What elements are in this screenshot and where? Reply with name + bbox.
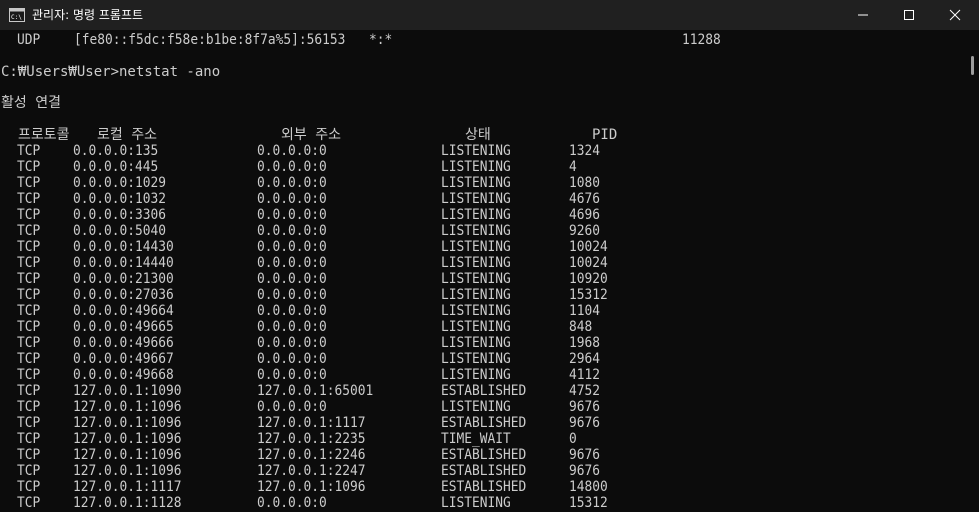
- title-bar[interactable]: C:\ 관리자: 명령 프롬프트: [0, 0, 979, 30]
- row-foreign-address: 0.0.0.0:0: [257, 495, 327, 511]
- row-proto: TCP: [17, 495, 41, 511]
- maximize-button[interactable]: [886, 0, 932, 30]
- svg-text:C:\: C:\: [11, 14, 22, 21]
- close-icon: [949, 9, 961, 21]
- section-title-line: 활성 연결: [0, 94, 61, 112]
- command-prompt: C:₩Users₩User>netstat -ano: [1, 64, 221, 80]
- udp-pid: 11288: [682, 32, 721, 48]
- row-pid: 15312: [569, 495, 608, 511]
- udp-local-address: [fe80::f5dc:f58e:b1be:8f7a%5]:56153: [74, 32, 346, 48]
- udp-connection-line: UDP [fe80::f5dc:f58e:b1be:8f7a%5]:56153 …: [0, 31, 721, 49]
- row-local-address: 127.0.0.1:1128: [73, 495, 182, 511]
- scrollbar-thumb[interactable]: [971, 56, 974, 75]
- cmd-app-icon: C:\: [9, 8, 25, 22]
- window-title: 관리자: 명령 프롬프트: [32, 8, 144, 22]
- maximize-icon: [904, 10, 914, 20]
- command-prompt-line: C:₩Users₩User>netstat -ano: [0, 63, 220, 81]
- udp-foreign-address: *:*: [369, 32, 393, 48]
- cmd-window: C:\ 관리자: 명령 프롬프트 UDP [fe80::f5dc:f58e:b1…: [0, 0, 979, 512]
- minimize-button[interactable]: [840, 0, 886, 30]
- section-title: 활성 연결: [1, 95, 61, 111]
- console-output[interactable]: UDP [fe80::f5dc:f58e:b1be:8f7a%5]:56153 …: [0, 30, 966, 512]
- close-button[interactable]: [932, 0, 978, 30]
- row-state: LISTENING: [441, 495, 511, 511]
- minimize-icon: [858, 14, 868, 16]
- vertical-scrollbar[interactable]: [966, 30, 979, 512]
- udp-proto: UDP: [17, 32, 41, 48]
